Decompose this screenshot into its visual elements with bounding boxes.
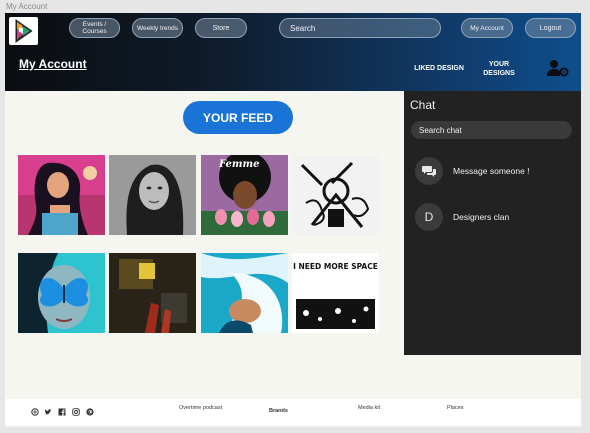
your-feed-button[interactable]: YOUR FEED [183,101,293,134]
footer-link-podcast[interactable]: Overtime podcast [179,405,222,411]
page-title: My Account [19,57,87,71]
artwork-wave-portrait-image[interactable] [201,253,288,333]
search-input[interactable]: Search [279,18,441,38]
footer-link-places[interactable]: Places [447,405,464,411]
header: Events / Courses Weekly trends Store Sea… [5,13,581,91]
instagram-icon[interactable] [72,403,80,416]
avatar: D [415,203,443,231]
footer-link-brands[interactable]: Brands [269,408,288,414]
artwork-dark-abstract-image[interactable] [109,253,196,333]
chat-panel: Chat Search chat Message someone ! D Des… [404,91,581,355]
chat-item-label: Message someone ! [453,166,530,176]
your-designs-link[interactable]: YOUR DESIGNS [475,60,523,78]
nav-weekly-trends-button[interactable]: Weekly trends [132,18,183,38]
artwork-butterfly-face-image[interactable] [18,253,105,333]
chat-item-message-someone[interactable]: Message someone ! [415,156,575,186]
chat-search-input[interactable]: Search chat [411,121,572,139]
facebook-icon[interactable] [58,403,66,416]
pinterest-like-icon[interactable] [31,403,39,416]
nav-events-button[interactable]: Events / Courses [69,18,120,38]
artwork-space-poster-image[interactable]: I NEED MORE SPACE [292,253,379,333]
artwork-caption-femme: Femme [218,159,259,170]
artwork-caption-space: I NEED MORE SPACE [293,262,378,271]
artwork-line-art-image[interactable] [292,155,379,235]
chat-item-label: Designers clan [453,212,510,222]
chat-title: Chat [410,98,436,112]
user-settings-icon[interactable] [547,59,569,77]
pinterest-icon[interactable] [86,403,94,416]
chat-item-designers-clan[interactable]: D Designers clan [415,202,575,232]
brand-logo-icon[interactable] [9,17,38,45]
artwork-afro-tulips-image[interactable]: Femme [201,155,288,235]
footer-link-media-kit[interactable]: Media kit [358,405,380,411]
chat-bubbles-icon [415,157,443,185]
frame-title: My Account [6,2,48,11]
twitter-icon[interactable] [44,403,52,415]
artwork-grayscale-portrait-image[interactable] [109,155,196,235]
liked-designs-link[interactable]: LIKED DESIGN [409,64,469,73]
nav-my-account-button[interactable]: My Account [461,18,513,38]
page: Events / Courses Weekly trends Store Sea… [5,13,581,427]
artwork-woman-pink-image[interactable] [18,155,105,235]
logout-button[interactable]: Logout [525,18,576,38]
nav-store-button[interactable]: Store [195,18,247,38]
